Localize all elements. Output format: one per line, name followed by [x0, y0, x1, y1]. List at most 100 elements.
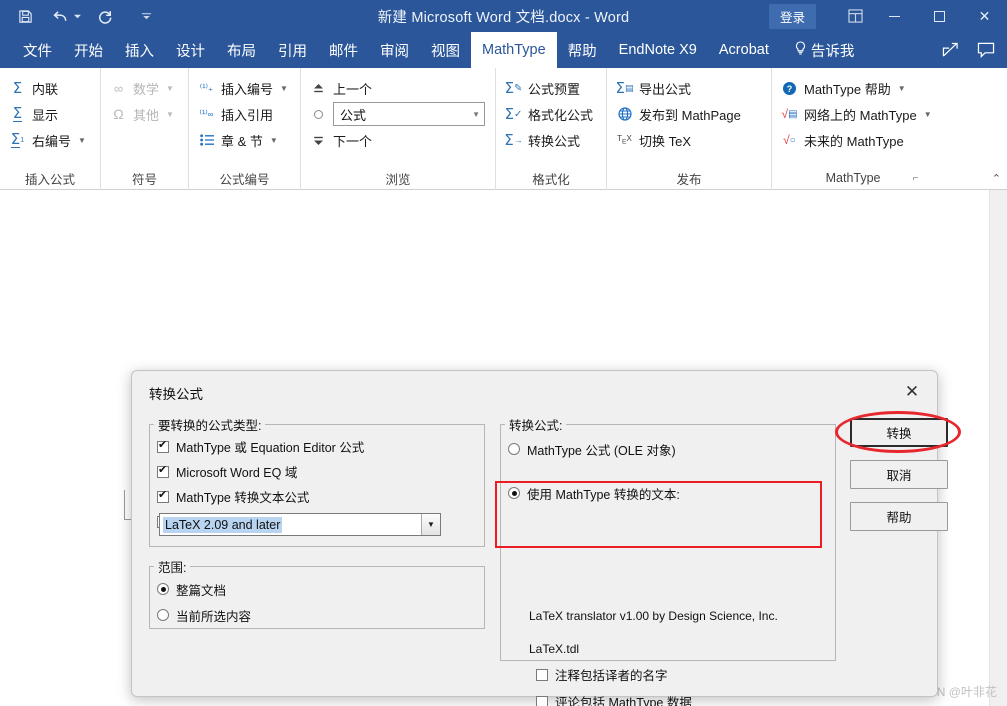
tab-review[interactable]: 审阅: [369, 32, 420, 68]
chevron-down-icon[interactable]: ▼: [166, 110, 174, 119]
ribbon-item-label: 网络上的 MathType: [804, 107, 917, 123]
ribbon-item-equation-preferences[interactable]: Σ ✎ 公式预置: [504, 75, 598, 101]
tab-view[interactable]: 视图: [420, 32, 471, 68]
chevron-down-icon[interactable]: ▼: [78, 136, 86, 145]
ribbon-group-label: 公式编号: [219, 172, 270, 187]
ribbon-item-toggle-tex[interactable]: TEX 切换 TeX: [615, 127, 763, 153]
convert-to-legend: 转换公式:: [509, 419, 563, 433]
radio-icon[interactable]: [508, 487, 520, 499]
checkbox-icon[interactable]: [157, 439, 169, 453]
maximize-button[interactable]: [917, 0, 962, 32]
tab-design[interactable]: 设计: [165, 32, 216, 68]
ribbon-item-mathtype-on-web[interactable]: √ ▤ 网络上的 MathType ▼: [780, 101, 964, 127]
tab-home[interactable]: 开始: [63, 32, 114, 68]
share-icon[interactable]: [935, 35, 965, 65]
checkbox-mathtype-text-equation[interactable]: MathType 转换文本公式: [150, 484, 484, 509]
tab-strip-right-icons: [935, 32, 1001, 68]
chevron-down-icon[interactable]: ▼: [472, 110, 480, 119]
insert-number-icon: ⁽¹⁾₊: [199, 82, 214, 94]
checkbox-icon[interactable]: [157, 464, 169, 478]
dialog-launcher-icon[interactable]: ⌐: [913, 173, 919, 184]
undo-dropdown-icon[interactable]: [74, 5, 81, 27]
ribbon-item-publish-mathpage[interactable]: 发布到 MathPage: [615, 101, 763, 127]
ribbon-item-future-mathtype[interactable]: √ ○ 未来的 MathType: [780, 127, 964, 153]
dialog-close-icon[interactable]: ✕: [897, 379, 927, 405]
ribbon-group-label: 浏览: [385, 172, 411, 187]
translator-select[interactable]: LaTeX 2.09 and later ▼: [159, 513, 441, 536]
checkbox-mathtype-equation-editor[interactable]: MathType 或 Equation Editor 公式: [150, 434, 484, 459]
ribbon-item-export-equations[interactable]: Σ ▤ 导出公式: [615, 75, 763, 101]
ribbon-item-insert-number[interactable]: ⁽¹⁾₊ 插入编号 ▼: [197, 75, 292, 101]
ribbon-item-math[interactable]: ∞ 数学 ▼: [109, 75, 180, 101]
chevron-down-icon[interactable]: ▼: [166, 84, 174, 93]
tab-references[interactable]: 引用: [267, 32, 318, 68]
ribbon-group-formatting: Σ ✎ 公式预置 Σ ✓ 格式化公式 Σ → 转换公式 格式化: [495, 68, 606, 190]
radio-mathtype-ole[interactable]: MathType 公式 (OLE 对象): [501, 436, 835, 462]
help-button[interactable]: 帮助: [850, 502, 948, 531]
radio-whole-document[interactable]: 整篇文档: [150, 576, 484, 602]
ribbon-item-previous[interactable]: 上一个: [309, 75, 487, 101]
undo-icon[interactable]: [49, 5, 71, 27]
chevron-down-icon[interactable]: ▼: [270, 136, 278, 145]
sign-in-button[interactable]: 登录: [768, 3, 816, 29]
ribbon-item-label: 插入编号: [221, 81, 274, 97]
redo-icon[interactable]: [94, 5, 116, 27]
close-button[interactable]: ✕: [962, 0, 1007, 32]
ribbon-item-mathtype-help[interactable]: ? MathType 帮助 ▼: [780, 75, 964, 101]
checkbox-include-mathtype-data[interactable]: 评论包括 MathType 数据: [529, 689, 692, 706]
radio-icon[interactable]: [157, 583, 169, 595]
ribbon-item-convert-equations[interactable]: Σ → 转换公式: [504, 127, 598, 153]
browse-object-combo[interactable]: 公式 ▼: [333, 102, 485, 126]
ribbon-item-browse-object[interactable]: 公式 ▼: [309, 101, 487, 127]
chevron-down-icon[interactable]: ▼: [924, 110, 932, 119]
ribbon-item-right-numbered[interactable]: Σ1 右编号 ▼: [8, 127, 92, 153]
checkbox-include-translator-name[interactable]: 注释包括译者的名字: [529, 662, 668, 687]
ribbon-item-inline[interactable]: Σ 内联: [8, 75, 92, 101]
ribbon-item-format-equations[interactable]: Σ ✓ 格式化公式: [504, 101, 598, 127]
ribbon-item-display[interactable]: Σ 显示: [8, 101, 92, 127]
radio-mathtype-text[interactable]: 使用 MathType 转换的文本:: [501, 480, 835, 506]
ribbon-item-chapter-section[interactable]: 章 & 节 ▼: [197, 127, 292, 153]
ribbon-item-next[interactable]: 下一个: [309, 127, 487, 153]
tab-mathtype[interactable]: MathType: [471, 32, 557, 68]
minimize-button[interactable]: [872, 0, 917, 32]
checkbox-word-eq-field[interactable]: Microsoft Word EQ 域: [150, 459, 484, 484]
ribbon-group-label: 插入公式: [24, 172, 75, 187]
tab-endnote-x9[interactable]: EndNote X9: [608, 32, 708, 68]
tab-layout[interactable]: 布局: [216, 32, 267, 68]
checkbox-icon[interactable]: [536, 695, 548, 706]
customize-qat-icon[interactable]: [135, 5, 157, 27]
convert-button[interactable]: 转换: [850, 418, 948, 447]
radio-icon[interactable]: [508, 443, 520, 455]
collapse-ribbon-icon[interactable]: ⌃: [992, 172, 1001, 185]
checkbox-icon[interactable]: [157, 489, 169, 503]
ribbon-item-insert-reference[interactable]: ⁽¹⁾ ∞ 插入引用: [197, 101, 292, 127]
vertical-scrollbar[interactable]: [989, 190, 1007, 706]
tab-mailings[interactable]: 邮件: [318, 32, 369, 68]
comments-icon[interactable]: [971, 35, 1001, 65]
tab-file[interactable]: 文件: [12, 32, 63, 68]
save-icon[interactable]: [14, 5, 36, 27]
mathtype-help-icon: ?: [780, 79, 799, 98]
tab-help[interactable]: 帮助: [557, 32, 608, 68]
chevron-down-icon[interactable]: ▼: [280, 84, 288, 93]
convert-to-group: 转换公式: MathType 公式 (OLE 对象) 使用 MathType 转…: [500, 415, 836, 706]
tab-insert[interactable]: 插入: [114, 32, 165, 68]
ribbon-group-mathtype: ? MathType 帮助 ▼ √ ▤ 网络上的 MathType ▼ √ ○ 未来…: [771, 68, 972, 190]
chevron-down-icon[interactable]: ▼: [898, 84, 906, 93]
ribbon-group-publish: Σ ▤ 导出公式 发布到 MathPage TEX 切换 TeX 发布: [606, 68, 771, 190]
chevron-down-icon[interactable]: ▼: [421, 514, 440, 535]
cancel-button[interactable]: 取消: [850, 460, 948, 489]
radio-label: MathType 公式 (OLE 对象): [527, 443, 676, 458]
toggle-tex-icon: TEX: [617, 134, 632, 146]
ribbon-item-label: 数学: [133, 81, 160, 97]
ribbon-item-label: 未来的 MathType: [804, 133, 904, 149]
ribbon-item-other[interactable]: Ω 其他 ▼: [109, 101, 180, 127]
tell-me-search[interactable]: 告诉我: [780, 32, 865, 68]
tab-acrobat[interactable]: Acrobat: [708, 32, 780, 68]
translator-select-value: LaTeX 2.09 and later: [160, 514, 421, 535]
radio-icon[interactable]: [157, 609, 169, 621]
ribbon-display-options-icon[interactable]: [838, 0, 872, 32]
radio-current-selection[interactable]: 当前所选内容: [150, 602, 484, 628]
checkbox-icon[interactable]: [536, 668, 548, 681]
